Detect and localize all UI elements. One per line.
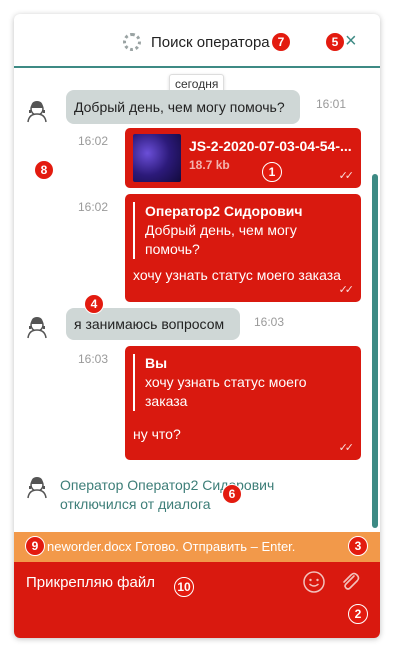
upload-status-bar: neworder.docx Готово. Отправить – Enter. xyxy=(14,532,380,562)
system-message: Оператор Оператор2 Сидорович отключился … xyxy=(60,476,274,514)
message-list[interactable]: сегодня Добрый день, чем могу помочь? 16… xyxy=(14,70,380,528)
close-icon[interactable]: × xyxy=(345,31,357,51)
operator-avatar xyxy=(24,474,50,500)
quote-text: помочь? xyxy=(145,241,200,257)
operator-avatar xyxy=(24,314,50,340)
smiley-icon[interactable] xyxy=(302,570,326,594)
quote-text: Добрый день, чем могу xyxy=(145,222,297,238)
annotation-badge: 2 xyxy=(348,604,368,624)
annotation-badge: 4 xyxy=(84,294,104,314)
paperclip-icon[interactable] xyxy=(338,570,362,594)
annotation-badge: 9 xyxy=(25,536,45,556)
quote-text: хочу узнать статус моего xyxy=(145,374,307,390)
message-text: я занимаюсь вопросом xyxy=(74,316,225,332)
annotation-badge: 8 xyxy=(34,160,54,180)
file-size: 18.7 kb xyxy=(189,158,230,172)
system-message-line: Оператор Оператор2 Сидорович xyxy=(60,477,275,493)
message-text: хочу узнать статус моего заказа xyxy=(133,267,341,283)
message-outgoing-quote: Оператор2 Сидорович Добрый день, чем мог… xyxy=(125,194,361,302)
file-name[interactable]: JS-2-2020-07-03-04-54-... xyxy=(189,138,352,154)
quote-author: Вы xyxy=(145,355,168,371)
file-thumbnail[interactable] xyxy=(133,134,181,182)
quote-block: Оператор2 Сидорович Добрый день, чем мог… xyxy=(133,202,303,259)
header-title: Поиск оператора xyxy=(151,34,270,51)
operator-avatar xyxy=(24,98,50,124)
message-incoming: Добрый день, чем могу помочь? xyxy=(66,90,300,124)
annotation-badge: 1 xyxy=(262,162,282,182)
message-time: 16:03 xyxy=(78,352,109,366)
read-check-icon: ✓✓ xyxy=(338,284,355,296)
message-file[interactable]: JS-2-2020-07-03-04-54-... 18.7 kb ✓✓ xyxy=(125,128,361,188)
annotation-badge: 3 xyxy=(348,536,368,556)
spinner-icon xyxy=(123,33,141,51)
annotation-badge: 7 xyxy=(271,32,291,52)
message-text: ну что? xyxy=(133,426,181,442)
annotation-badge: 5 xyxy=(325,32,345,52)
read-check-icon: ✓✓ xyxy=(338,170,355,182)
message-time: 16:02 xyxy=(78,134,109,148)
scrollbar[interactable] xyxy=(372,174,378,528)
quote-block: Вы хочу узнать статус моего заказа xyxy=(133,354,307,411)
message-input-area xyxy=(14,562,380,638)
chat-widget: Поиск оператора × сегодня Добрый день, ч… xyxy=(14,14,380,638)
message-time: 16:02 xyxy=(78,200,109,214)
message-input[interactable] xyxy=(26,574,286,591)
message-time: 16:03 xyxy=(254,315,285,329)
quote-text: заказа xyxy=(145,393,188,409)
quote-author: Оператор2 Сидорович xyxy=(145,203,303,219)
message-outgoing-quote: Вы хочу узнать статус моего заказа ну чт… xyxy=(125,346,361,460)
read-check-icon: ✓✓ xyxy=(338,442,355,454)
annotation-badge: 6 xyxy=(222,484,242,504)
annotation-badge: 10 xyxy=(174,577,194,597)
system-message-line: отключился от диалога xyxy=(60,496,211,512)
message-time: 16:01 xyxy=(316,97,347,111)
message-text: Добрый день, чем могу помочь? xyxy=(74,99,285,115)
